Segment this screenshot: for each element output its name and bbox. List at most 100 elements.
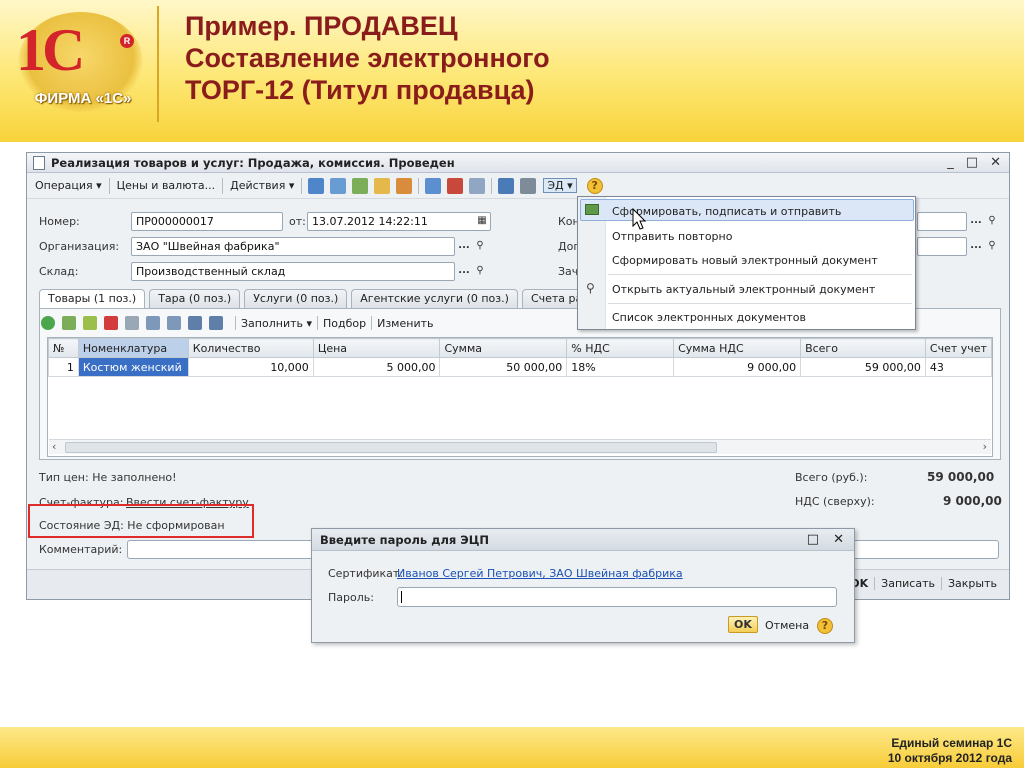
close-icon[interactable]: ✕ (833, 532, 844, 547)
change-button[interactable]: Изменить (377, 317, 433, 330)
maximize-icon[interactable]: □ (807, 532, 819, 547)
menu-item-create-new[interactable]: Сформировать новый электронный документ (612, 254, 878, 267)
open-document-icon[interactable] (396, 177, 413, 194)
report-icon[interactable] (469, 177, 486, 194)
table-cell[interactable]: 50 000,00 (439, 357, 568, 377)
warehouse-field[interactable]: Производственный склад (131, 262, 455, 281)
print-icon[interactable] (374, 177, 391, 194)
help-icon[interactable]: ? (586, 177, 603, 194)
menu-separator (608, 274, 912, 275)
search-icon[interactable]: ⚲ (473, 263, 487, 280)
move-down-icon[interactable] (167, 316, 181, 330)
accounting-icon[interactable] (447, 177, 464, 194)
vat-value: 9 000,00 (943, 494, 1002, 508)
end-edit-icon[interactable] (125, 316, 139, 330)
select-button[interactable]: Подбор (323, 317, 366, 330)
tab-goods[interactable]: Товары (1 поз.) (39, 289, 146, 308)
operation-menu[interactable]: Операция ▾ (31, 179, 106, 192)
column-header[interactable]: Количество (187, 338, 314, 358)
search-icon[interactable]: ⚲ (473, 238, 487, 255)
list-icon[interactable] (520, 177, 537, 194)
table-cell[interactable]: 43 (924, 357, 992, 377)
menu-item-ed-list[interactable]: Список электронных документов (612, 311, 806, 324)
toolbar-separator (301, 177, 303, 194)
number-field[interactable]: ПР000000017 (131, 212, 283, 231)
table-cell[interactable]: 18% (566, 357, 675, 377)
price-type-text: Тип цен: Не заполнено! (39, 471, 177, 484)
tab-services[interactable]: Услуги (0 поз.) (244, 289, 348, 308)
dialog-cancel-button[interactable]: Отмена (765, 619, 809, 632)
tab-tare[interactable]: Тара (0 поз.) (149, 289, 241, 308)
column-header[interactable]: % НДС (566, 338, 675, 358)
close-button[interactable]: Закрыть (941, 577, 1003, 590)
slide-title-line-3: ТОРГ-12 (Титул продавца) (185, 75, 535, 105)
vat-label: НДС (сверху): (795, 495, 875, 508)
column-header[interactable]: Счет учет (924, 338, 992, 358)
copy-row-icon[interactable] (62, 316, 76, 330)
minimize-icon[interactable]: _ (947, 155, 954, 170)
dialog-ok-button[interactable]: OK (728, 616, 758, 633)
scrollbar-thumb[interactable] (65, 442, 717, 453)
column-header[interactable]: Сумма (439, 338, 568, 358)
post-icon[interactable] (308, 177, 325, 194)
add-row-icon[interactable] (41, 316, 55, 330)
table-toolbar: Заполнить ▾ Подбор Изменить (41, 313, 433, 333)
write-button[interactable]: Записать (874, 577, 941, 590)
password-dialog: Введите пароль для ЭЦП □ ✕ Сертификат: И… (311, 528, 855, 643)
fill-menu[interactable]: Заполнить ▾ (241, 317, 312, 330)
column-header[interactable]: Сумма НДС (673, 338, 802, 358)
organization-field[interactable]: ЗАО "Швейная фабрика" (131, 237, 455, 256)
column-header[interactable]: Всего (800, 338, 926, 358)
structure-icon[interactable] (498, 177, 515, 194)
column-header[interactable]: № (48, 338, 79, 358)
column-header[interactable]: Номенклатура (77, 338, 189, 358)
table-cell[interactable]: Костюм женский (77, 357, 189, 377)
dialog-title: Введите пароль для ЭЦП (320, 532, 490, 547)
edit-row-icon[interactable] (83, 316, 97, 330)
certificate-link[interactable]: Иванов Сергей Петрович, ЗАО Швейная фабр… (397, 567, 683, 580)
contractor-field[interactable] (917, 212, 967, 231)
scroll-right-icon[interactable]: › (983, 440, 987, 453)
select-dots-icon[interactable]: ... (457, 238, 471, 255)
search-icon[interactable]: ⚲ (985, 213, 999, 230)
select-dots-icon[interactable]: ... (969, 213, 983, 230)
date-field[interactable]: 13.07.2012 14:22:11 (307, 212, 491, 231)
select-dots-icon[interactable]: ... (969, 238, 983, 255)
password-input[interactable] (397, 587, 837, 607)
dialog-title-bar[interactable]: Введите пароль для ЭЦП □ ✕ (312, 529, 854, 551)
menu-item-open-actual[interactable]: Открыть актуальный электронный документ (612, 283, 875, 296)
contract-field[interactable] (917, 237, 967, 256)
dialog-help-icon[interactable]: ? (817, 618, 833, 634)
table-row[interactable]: 1 Костюм женский 10,000 5 000,00 50 000,… (48, 357, 992, 377)
close-icon[interactable]: ✕ (990, 155, 1001, 170)
logo-mark: 1С (16, 17, 85, 83)
document-icon (33, 155, 45, 170)
window-title-bar[interactable]: Реализация товаров и услуг: Продажа, ком… (27, 153, 1009, 173)
search-icon[interactable]: ⚲ (985, 238, 999, 255)
warehouse-label: Склад: (39, 265, 79, 278)
table-cell[interactable]: 10,000 (187, 357, 314, 377)
maximize-icon[interactable]: □ (966, 155, 978, 170)
copy-icon[interactable] (352, 177, 369, 194)
scroll-left-icon[interactable]: ‹ (52, 440, 56, 453)
delete-row-icon[interactable] (104, 316, 118, 330)
ed-menu-button[interactable]: ЭД ▾ (543, 178, 577, 193)
menu-item-resend[interactable]: Отправить повторно (612, 230, 732, 243)
select-dots-icon[interactable]: ... (457, 263, 471, 280)
move-up-icon[interactable] (146, 316, 160, 330)
sort-asc-icon[interactable] (188, 316, 202, 330)
table-cell[interactable]: 9 000,00 (673, 357, 802, 377)
write-icon[interactable] (330, 177, 347, 194)
tab-agent-services[interactable]: Агентские услуги (0 поз.) (351, 289, 518, 308)
prices-currency-button[interactable]: Цены и валюта... (113, 179, 219, 192)
sort-desc-icon[interactable] (209, 316, 223, 330)
table-cell[interactable]: 59 000,00 (800, 357, 926, 377)
offset-label: Зач (558, 265, 579, 278)
based-on-icon[interactable] (425, 177, 442, 194)
table-cell[interactable]: 5 000,00 (312, 357, 441, 377)
actions-menu[interactable]: Действия ▾ (226, 179, 298, 192)
horizontal-scrollbar[interactable]: ‹ › (49, 439, 991, 454)
calendar-icon[interactable]: ▦ (475, 213, 489, 230)
table-cell[interactable]: 1 (48, 357, 79, 377)
column-header[interactable]: Цена (312, 338, 441, 358)
